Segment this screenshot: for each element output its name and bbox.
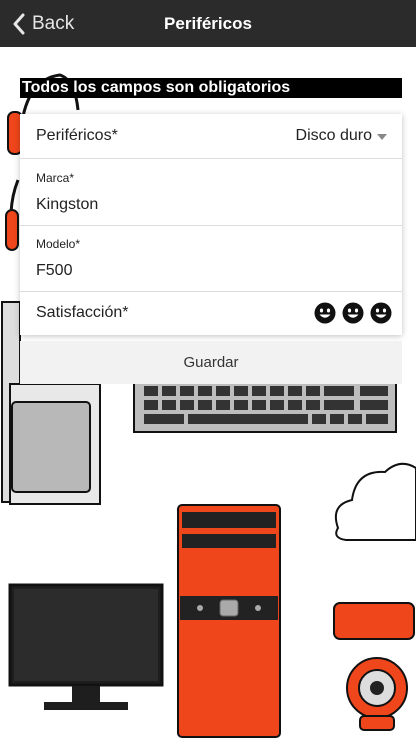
happy-face-icon[interactable] [314, 302, 336, 324]
page-title: Periféricos [164, 14, 252, 33]
modelo-input[interactable] [36, 262, 376, 280]
modelo-field: Modelo* [20, 226, 402, 292]
marca-input[interactable] [36, 196, 376, 214]
perifericos-select[interactable]: Periféricos* Disco duro [20, 114, 402, 159]
satisfaction-rating [314, 302, 392, 324]
happy-face-icon[interactable] [342, 302, 364, 324]
happy-face-icon[interactable] [370, 302, 392, 324]
marca-field: Marca* [20, 159, 402, 226]
perifericos-label: Periféricos* [36, 127, 118, 144]
peripheral-form: Periféricos* Disco duro Marca* Modelo* S… [20, 114, 402, 335]
marca-label: Marca* [36, 171, 75, 185]
save-button[interactable]: Guardar [20, 341, 402, 384]
satisfaccion-label: Satisfacción* [36, 304, 129, 321]
top-bar: Back Periféricos [0, 0, 416, 47]
perifericos-value[interactable]: Disco duro [296, 127, 372, 145]
required-fields-notice: Todos los campos son obligatorios [20, 78, 402, 98]
modelo-label: Modelo* [36, 237, 81, 251]
satisfaccion-field: Satisfacción* [20, 292, 402, 335]
caret-down-icon[interactable] [377, 134, 387, 140]
